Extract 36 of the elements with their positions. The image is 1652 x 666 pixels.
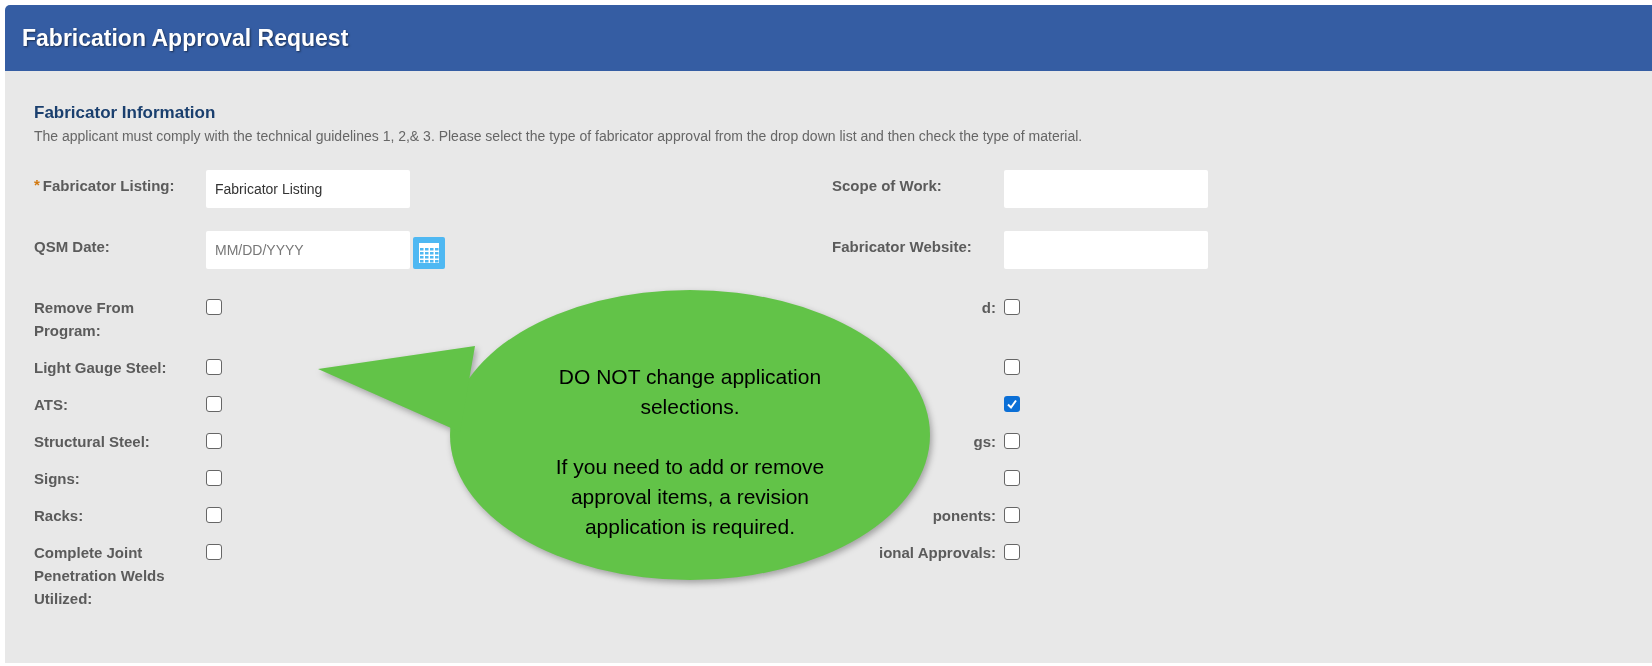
checkbox[interactable] — [206, 396, 222, 412]
field-label: Signs: — [34, 469, 81, 489]
page-title: Fabrication Approval Request — [22, 24, 349, 52]
field-label: Complete Joint Penetration Welds Utilized: — [34, 543, 166, 609]
checkbox[interactable] — [206, 299, 222, 315]
checkbox[interactable] — [1004, 433, 1020, 449]
checkbox[interactable] — [1004, 299, 1020, 315]
checkbox[interactable] — [206, 470, 222, 486]
field-label: QSM Date: — [34, 237, 111, 257]
checkbox[interactable] — [206, 544, 222, 560]
section-title: Fabricator Information — [34, 103, 217, 123]
field-label: ATS: — [34, 395, 69, 415]
field-label: Racks: — [34, 506, 85, 526]
checkbox[interactable] — [1004, 544, 1020, 560]
field-label: Fabricator Listing: — [42, 176, 176, 196]
callout-text: DO NOT change application selections. If you need to add or remove approval items, a revision application is required. — [554, 364, 826, 540]
checkbox[interactable] — [206, 507, 222, 523]
field-label: Fabricator Website: — [832, 237, 973, 257]
field-label: ponents: — [931, 506, 997, 526]
field-label: gs: — [972, 432, 997, 452]
field-label: d: — [980, 298, 997, 318]
checkbox[interactable] — [206, 359, 222, 375]
field-label: Structural Steel: — [34, 432, 151, 452]
checkbox[interactable] — [206, 433, 222, 449]
field-label: Light Gauge Steel: — [34, 358, 168, 378]
text-field[interactable]: Fabricator Listing — [206, 170, 410, 208]
section-description: The applicant must comply with the technical guidelines 1, 2,& 3. Please select the type of fabricator approval from the drop down list and then check the type of material. — [34, 128, 1084, 144]
field-label: Scope of Work: — [832, 176, 943, 196]
checkbox[interactable] — [1004, 396, 1020, 412]
field-label: Remove From Program: — [34, 298, 136, 341]
checkbox[interactable] — [1004, 507, 1020, 523]
required-mark: * — [34, 175, 40, 195]
checkbox[interactable] — [1004, 470, 1020, 486]
checkbox[interactable] — [1004, 359, 1020, 375]
date-field[interactable]: MM/DD/YYYY — [206, 231, 410, 269]
field-label: ional Approvals: — [878, 543, 997, 563]
